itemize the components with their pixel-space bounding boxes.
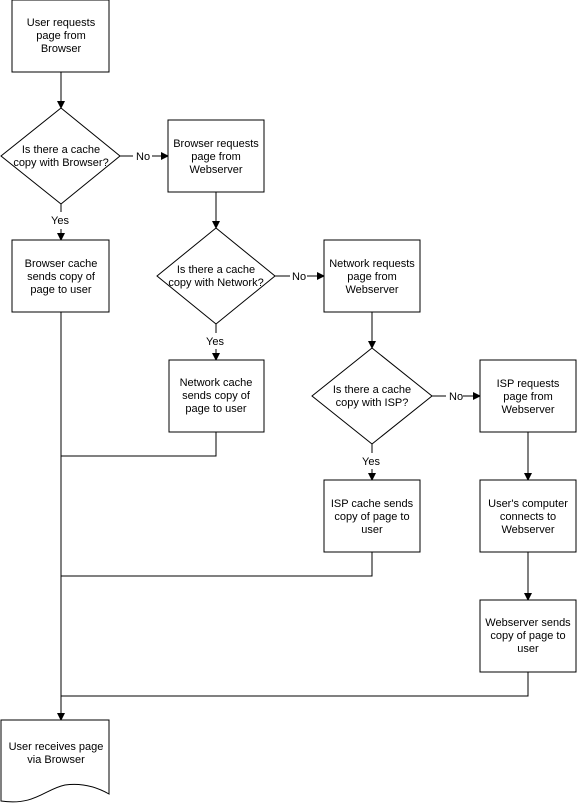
svg-text:Webserver: Webserver: [502, 524, 555, 536]
svg-text:Is there a cache: Is there a cache: [333, 384, 411, 396]
svg-text:page from: page from: [503, 391, 553, 403]
svg-text:page from: page from: [347, 271, 397, 283]
edge-network-sends-merge: [61, 432, 217, 457]
svg-text:Browser: Browser: [41, 43, 82, 55]
node-user-computer-connects: User's computer connects to Webserver: [479, 479, 577, 553]
node-user-requests: User requests page from Browser: [11, 0, 110, 73]
svg-text:page to user: page to user: [30, 284, 91, 296]
edge-label-no: No: [292, 271, 306, 283]
node-isp-cache-question: Is there a cache copy with ISP?: [311, 347, 433, 445]
svg-text:page to user: page to user: [185, 403, 246, 415]
node-isp-cache-sends: ISP cache sends copy of page to user: [323, 479, 421, 553]
edge-label-no: No: [136, 151, 150, 163]
svg-text:sends copy of: sends copy of: [27, 271, 96, 283]
node-browser-cache-sends: Browser cache sends copy of page to user: [11, 239, 110, 313]
edge-webserver-sends-merge: [61, 672, 529, 697]
svg-text:Network cache: Network cache: [180, 377, 253, 389]
svg-text:Browser cache: Browser cache: [25, 258, 98, 270]
svg-text:page from: page from: [191, 151, 241, 163]
cache-flowchart: No Yes No Yes No Yes User requests page …: [0, 0, 577, 803]
svg-text:Is there a cache: Is there a cache: [177, 264, 255, 276]
node-network-requests: Network requests page from Webserver: [323, 239, 421, 313]
svg-text:User requests: User requests: [27, 17, 96, 29]
edge-label-yes: Yes: [206, 336, 224, 348]
svg-text:sends copy of: sends copy of: [182, 390, 251, 402]
svg-text:copy with Browser?: copy with Browser?: [13, 157, 108, 169]
node-user-receives: User receives page via Browser: [0, 719, 110, 803]
svg-text:Is there a cache: Is there a cache: [22, 144, 100, 156]
edge-label-yes: Yes: [51, 215, 69, 227]
svg-text:ISP cache sends: ISP cache sends: [331, 498, 414, 510]
svg-text:page from: page from: [36, 30, 86, 42]
node-browser-requests: Browser requests page from Webserver: [167, 119, 265, 193]
node-network-cache-question: Is there a cache copy with Network?: [156, 227, 276, 325]
svg-text:Network requests: Network requests: [329, 258, 415, 270]
node-webserver-sends: Webserver sends copy of page to user: [479, 599, 577, 673]
svg-text:via Browser: via Browser: [27, 754, 85, 766]
edge-isp-sends-merge: [61, 552, 373, 577]
svg-text:copy of page to: copy of page to: [490, 630, 565, 642]
svg-text:Webserver sends: Webserver sends: [485, 617, 571, 629]
svg-text:Browser requests: Browser requests: [173, 138, 259, 150]
svg-text:connects to: connects to: [500, 511, 556, 523]
edge-label-no: No: [449, 391, 463, 403]
edge-label-yes: Yes: [362, 456, 380, 468]
node-network-cache-sends: Network cache sends copy of page to user: [168, 359, 265, 433]
svg-text:user: user: [517, 643, 539, 655]
svg-text:Webserver: Webserver: [190, 164, 243, 176]
svg-text:user: user: [361, 524, 383, 536]
svg-text:Webserver: Webserver: [502, 404, 555, 416]
svg-text:copy with Network?: copy with Network?: [168, 277, 263, 289]
svg-text:User's computer: User's computer: [488, 498, 568, 510]
svg-text:ISP requests: ISP requests: [497, 378, 560, 390]
node-browser-cache-question: Is there a cache copy with Browser?: [0, 107, 121, 205]
svg-text:copy with ISP?: copy with ISP?: [336, 397, 409, 409]
svg-text:User receives page: User receives page: [9, 741, 104, 753]
svg-text:copy of page to: copy of page to: [334, 511, 409, 523]
node-isp-requests: ISP requests page from Webserver: [479, 359, 577, 433]
svg-text:Webserver: Webserver: [346, 284, 399, 296]
